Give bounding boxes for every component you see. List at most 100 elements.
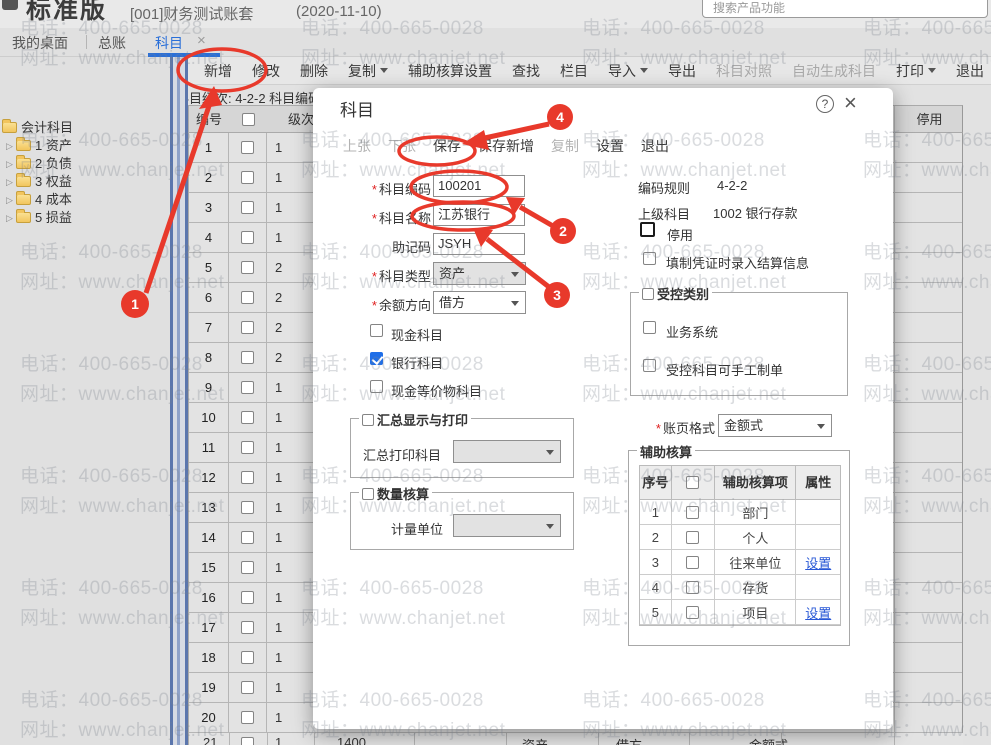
dialog-menu-3[interactable]: 保存: [433, 136, 461, 156]
row-checkbox[interactable]: [241, 231, 254, 244]
row-checkbox[interactable]: [241, 561, 254, 574]
toolbar-button-5[interactable]: 辅助核算设置: [408, 61, 492, 81]
name-input[interactable]: 江苏银行: [433, 204, 525, 226]
row-checkbox[interactable]: [241, 591, 254, 604]
stop-use-checkbox[interactable]: [640, 222, 655, 237]
direction-select[interactable]: 借方: [433, 291, 526, 314]
row-number: 7: [189, 313, 229, 342]
mnemonic-label: 助记码: [313, 237, 431, 256]
flag-checkbox-1[interactable]: [370, 324, 383, 337]
select-all-checkbox[interactable]: [242, 113, 255, 126]
row-checkbox[interactable]: [241, 531, 254, 544]
toolbar-button-12[interactable]: 打印: [896, 61, 936, 81]
aux-row-checkbox[interactable]: [686, 606, 699, 619]
expand-arrow-icon[interactable]: ▷: [6, 159, 16, 170]
row-checkbox[interactable]: [241, 321, 254, 334]
row-checkbox[interactable]: [241, 381, 254, 394]
controlled-item-checkbox-1[interactable]: [643, 321, 656, 334]
aux-settings-link[interactable]: 设置: [805, 603, 831, 622]
aux-row-checkbox[interactable]: [686, 531, 699, 544]
chevron-down-icon: [817, 424, 825, 429]
panel-splitter[interactable]: [170, 57, 188, 745]
row-checkbox[interactable]: [241, 411, 254, 424]
controlled-item-checkbox-2[interactable]: [643, 359, 656, 372]
toolbar-button-9[interactable]: 导出: [668, 61, 696, 81]
tree-item-5[interactable]: ▷5 损益: [6, 207, 72, 225]
row-checkbox[interactable]: [241, 171, 254, 184]
dialog-menu: 上张下张保存保存新增复制设置退出: [343, 136, 669, 156]
tree-item-1[interactable]: ▷1 资产: [6, 135, 72, 153]
tree-item-3[interactable]: ▷3 权益: [6, 171, 72, 189]
row-checkbox[interactable]: [241, 351, 254, 364]
row-format: 金额式: [749, 735, 788, 745]
row-checkbox[interactable]: [241, 141, 254, 154]
aux-row-checkbox[interactable]: [686, 581, 699, 594]
page-format-select[interactable]: 金额式: [718, 414, 832, 437]
toolbar-button-8[interactable]: 导入: [608, 61, 648, 81]
aux-row-checkbox-cell: [672, 600, 716, 625]
toolbar-button-7[interactable]: 栏目: [560, 61, 588, 81]
row-checkbox[interactable]: [241, 737, 254, 745]
close-icon[interactable]: ×: [844, 90, 857, 116]
dialog-menu-7[interactable]: 退出: [641, 136, 669, 156]
row-number: 2: [189, 163, 229, 192]
aux-row-checkbox[interactable]: [686, 556, 699, 569]
mnemonic-input[interactable]: JSYH: [433, 233, 525, 255]
aux-row-number: 3: [640, 550, 672, 575]
tree-item-2[interactable]: ▷2 负债: [6, 153, 72, 171]
row-stop-cell: [894, 373, 964, 402]
expand-arrow-icon[interactable]: ▷: [6, 141, 16, 152]
tab-close-icon[interactable]: ×: [197, 32, 206, 49]
row-checkbox[interactable]: [241, 681, 254, 694]
toolbar-button-2[interactable]: 修改: [252, 61, 280, 81]
row-number: 20: [189, 703, 229, 732]
expand-arrow-icon[interactable]: ▷: [6, 195, 16, 206]
aux-select-all-checkbox[interactable]: [686, 476, 699, 489]
settlement-checkbox[interactable]: [643, 252, 656, 265]
row-checkbox[interactable]: [241, 261, 254, 274]
row-checkbox[interactable]: [241, 471, 254, 484]
toolbar-button-13[interactable]: 退出: [956, 61, 984, 81]
row-checkbox[interactable]: [241, 711, 254, 724]
row-checkbox-cell: [229, 553, 267, 582]
expand-arrow-icon[interactable]: ▷: [6, 213, 16, 224]
toolbar-button-6[interactable]: 查找: [512, 61, 540, 81]
toolbar-button-3[interactable]: 删除: [300, 61, 328, 81]
aux-settings-link[interactable]: 设置: [805, 553, 831, 572]
row-stop-cell: [894, 703, 964, 732]
search-input[interactable]: 搜索产品功能: [702, 0, 988, 18]
controlled-type-checkbox[interactable]: [642, 288, 654, 300]
expand-arrow-icon[interactable]: ▷: [6, 177, 16, 188]
flag-checkbox-3[interactable]: [370, 380, 383, 393]
tab-1[interactable]: 我的桌面: [12, 33, 68, 53]
tab-3[interactable]: 科目: [155, 33, 183, 53]
dialog-menu-6[interactable]: 设置: [596, 136, 624, 156]
row-stop-cell: [894, 433, 964, 462]
row-checkbox[interactable]: [241, 291, 254, 304]
aux-row-checkbox[interactable]: [686, 506, 699, 519]
code-input[interactable]: 100201: [433, 175, 525, 197]
quantity-checkbox[interactable]: [362, 488, 374, 500]
controlled-item-label-1: 业务系统: [666, 322, 718, 341]
flag-checkbox-2[interactable]: [370, 352, 383, 365]
row-checkbox[interactable]: [241, 501, 254, 514]
row-checkbox[interactable]: [241, 621, 254, 634]
row-checkbox[interactable]: [241, 441, 254, 454]
row-checkbox-cell: [229, 133, 267, 162]
row-checkbox[interactable]: [241, 651, 254, 664]
dialog-menu-4[interactable]: 保存新增: [478, 136, 534, 156]
row-checkbox-cell: [229, 373, 267, 402]
row-type: 资产: [522, 735, 548, 745]
help-icon[interactable]: ?: [816, 95, 834, 113]
tree-root[interactable]: 会计科目: [2, 117, 73, 135]
tab-2[interactable]: 总账: [98, 33, 126, 53]
name-label: *科目名称: [313, 208, 431, 227]
row-stop-cell: [894, 493, 964, 522]
toolbar-button-4[interactable]: 复制: [348, 61, 388, 81]
toolbar-button-1[interactable]: 新增: [204, 61, 232, 81]
tree-item-4[interactable]: ▷4 成本: [6, 189, 72, 207]
toolbar-button-10: 科目对照: [716, 61, 772, 81]
summary-print-checkbox[interactable]: [362, 414, 374, 426]
row-checkbox[interactable]: [241, 201, 254, 214]
row-number: 4: [189, 223, 229, 252]
